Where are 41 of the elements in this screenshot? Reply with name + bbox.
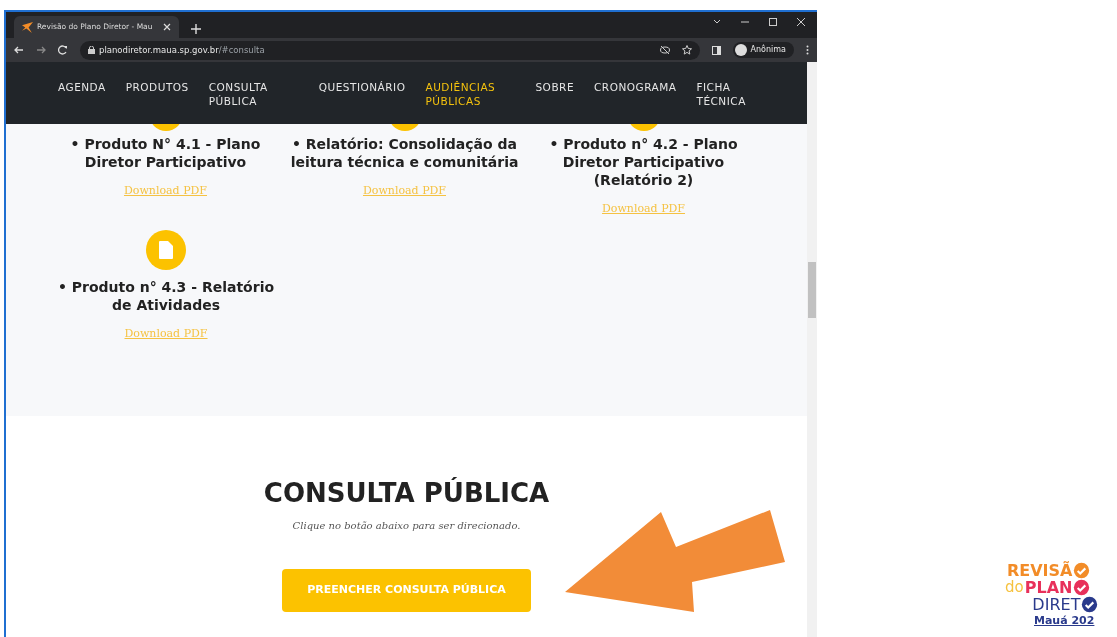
url-text: planodiretor.maua.sp.gov.br/#consulta xyxy=(99,43,265,57)
logo-text: DIRET xyxy=(1032,597,1081,612)
scrollbar[interactable] xyxy=(807,62,817,637)
star-icon[interactable] xyxy=(681,45,692,55)
check-circle-icon xyxy=(1073,562,1091,579)
section-subtitle: Clique no botão abaixo para ser direcionado. xyxy=(292,519,521,533)
eye-off-icon[interactable] xyxy=(659,46,670,54)
logo-text: PLAN xyxy=(1024,580,1073,595)
lock-icon xyxy=(88,46,95,54)
nav-link[interactable]: QUESTIONÁRIO xyxy=(318,80,406,94)
back-icon[interactable] xyxy=(14,45,24,55)
side-panel-icon[interactable] xyxy=(711,45,721,55)
close-icon[interactable] xyxy=(797,18,805,26)
product-title: • Produto N° 4.1 - Plano Diretor Participativo xyxy=(69,135,262,171)
address-bar[interactable]: planodiretor.maua.sp.gov.br/#consulta xyxy=(80,40,700,60)
menu-icon[interactable] xyxy=(806,45,809,55)
logo-text: Mauá 202 xyxy=(1034,613,1095,628)
nav-link[interactable]: AGENDA xyxy=(58,80,106,94)
nav-link[interactable]: CONSULTA PÚBLICA xyxy=(208,80,287,108)
logo-text: do xyxy=(1005,580,1024,595)
close-icon[interactable] xyxy=(163,23,171,31)
nav-link[interactable]: CRONOGRAMA xyxy=(594,80,677,94)
section-heading: CONSULTA PÚBLICA xyxy=(263,478,550,508)
check-circle-icon xyxy=(1081,596,1099,613)
product-title: • Produto n° 4.3 - Relatório de Atividades xyxy=(56,277,276,314)
profile-chip[interactable]: Anônima xyxy=(732,42,794,58)
check-circle-icon xyxy=(1073,579,1091,596)
product-title: • Relatório: Consolidação da leitura técnica e comunitária xyxy=(289,135,520,171)
forward-icon[interactable] xyxy=(36,45,46,55)
maximize-icon[interactable] xyxy=(769,18,777,26)
chevron-down-icon[interactable] xyxy=(713,19,721,25)
nav-link[interactable]: SOBRE xyxy=(535,80,575,94)
logo-text: REVISÃ xyxy=(1006,563,1073,578)
nav-link[interactable]: FICHA TÉCNICA xyxy=(696,80,775,108)
incognito-icon xyxy=(734,44,747,56)
nav-link[interactable]: AUDIÊNCIAS PÚBLICAS xyxy=(425,80,504,108)
reload-icon[interactable] xyxy=(58,45,68,55)
nav-link[interactable]: PRODUTOS xyxy=(125,80,189,94)
product-title: • Produto n° 4.2 - Plano Diretor Participativo (Relatório 2) xyxy=(548,135,739,189)
bird-icon xyxy=(22,21,33,33)
new-tab-icon[interactable] xyxy=(191,24,201,34)
